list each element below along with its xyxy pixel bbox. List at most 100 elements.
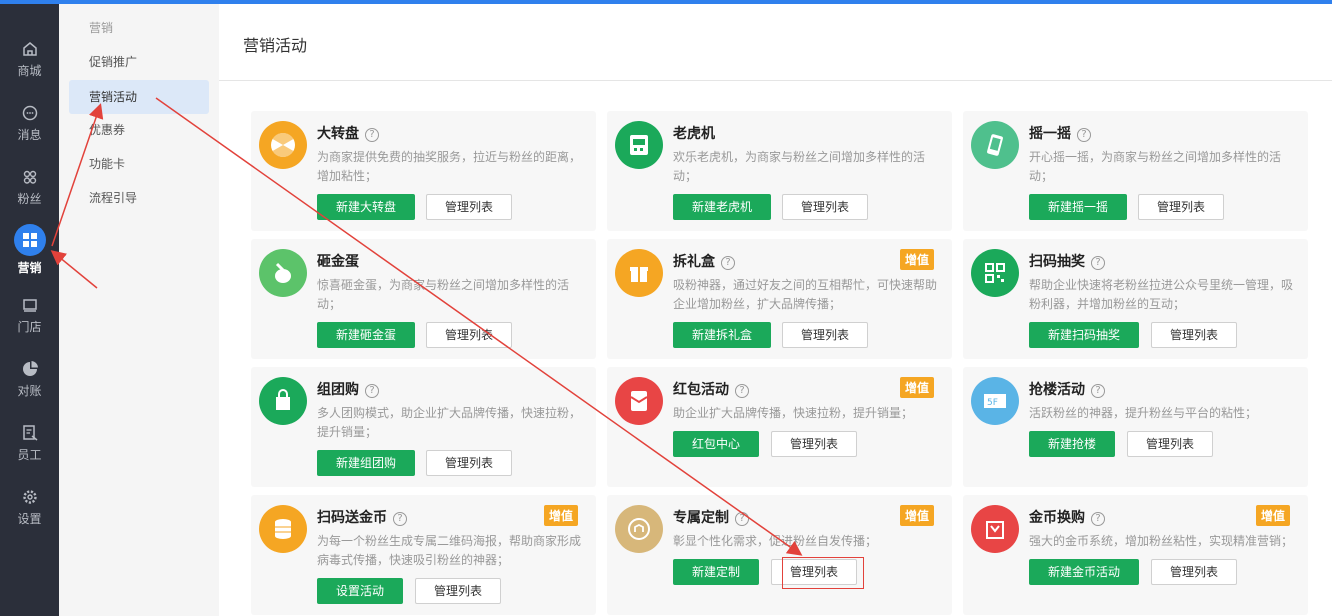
manage-list-button[interactable]: 管理列表 — [426, 322, 512, 348]
create-button[interactable]: 新建拆礼盒 — [673, 322, 771, 348]
grid-icon — [22, 233, 37, 247]
gift-box-icon — [615, 249, 663, 297]
activity-name: 扫码送金币? — [317, 507, 407, 527]
help-icon[interactable]: ? — [365, 128, 379, 142]
activity-description: 为每一个粉丝生成专属二维码海报，帮助商家形成病毒式传播，快速吸引粉丝的神器； — [317, 534, 582, 567]
activity-description: 吸粉神器，通过好友之间的互相帮忙，可快速帮助企业增加粉丝，扩大品牌传播； — [673, 278, 938, 311]
activity-name: 红包活动? — [673, 379, 749, 399]
create-button[interactable]: 新建组团购 — [317, 450, 415, 476]
nav-item-messages[interactable]: 消息 — [0, 92, 59, 156]
help-icon[interactable]: ? — [721, 256, 735, 270]
nav-label: 设置 — [17, 512, 42, 526]
activity-card-group-buy: 组团购? 多人团购模式，助企业扩大品牌传播，快速拉粉，提升销量； 新建组团购 管… — [251, 367, 596, 487]
activity-description: 欢乐老虎机，为商家与粉丝之间增加多样性的活动； — [673, 150, 926, 183]
manage-list-button[interactable]: 管理列表 — [1138, 194, 1224, 220]
activity-description: 多人团购模式，助企业扩大品牌传播，快速拉粉，提升销量； — [317, 406, 582, 439]
manage-list-button[interactable]: 管理列表 — [1151, 559, 1237, 585]
manage-list-button[interactable]: 管理列表 — [782, 322, 868, 348]
create-button[interactable]: 新建抢楼 — [1029, 431, 1115, 457]
shopping-bag-icon — [259, 377, 307, 425]
manage-list-button[interactable]: 管理列表 — [771, 431, 857, 457]
coins-icon — [259, 505, 307, 553]
help-icon[interactable]: ? — [365, 384, 379, 398]
activity-name: 组团购? — [317, 379, 379, 399]
activity-description: 惊喜砸金蛋，为商家与粉丝之间增加多样性的活动； — [317, 278, 570, 311]
help-icon[interactable]: ? — [1091, 512, 1105, 526]
sub-nav: 营销 促销推广 营销活动 优惠券 功能卡 流程引导 — [59, 4, 219, 616]
manage-list-button[interactable]: 管理列表 — [426, 194, 512, 220]
manage-list-button[interactable]: 管理列表 — [426, 450, 512, 476]
subnav-item-promotion[interactable]: 促销推广 — [69, 45, 209, 79]
home-icon — [22, 42, 37, 56]
manage-list-button[interactable]: 管理列表 — [415, 578, 501, 604]
activity-description: 开心摇一摇，为商家与粉丝之间增加多样性的活动； — [1029, 150, 1282, 183]
activity-name: 扫码抽奖? — [1029, 251, 1105, 271]
activity-name: 拆礼盒? — [673, 251, 735, 271]
help-icon[interactable]: ? — [393, 512, 407, 526]
activity-card-golden-egg: 砸金蛋 惊喜砸金蛋，为商家与粉丝之间增加多样性的活动； 新建砸金蛋 管理列表 — [251, 239, 596, 359]
create-button[interactable]: 新建砸金蛋 — [317, 322, 415, 348]
red-envelope-icon — [615, 377, 663, 425]
help-icon[interactable]: ? — [1077, 128, 1091, 142]
nav-item-fans[interactable]: 粉丝 — [0, 156, 59, 220]
activity-description: 活跃粉丝的神器，提升粉丝与平台的粘性； — [1029, 406, 1258, 420]
activity-name: 金币换购? — [1029, 507, 1105, 527]
create-button[interactable]: 新建金币活动 — [1029, 559, 1139, 585]
help-icon[interactable]: ? — [1091, 256, 1105, 270]
wheel-icon — [259, 121, 307, 169]
manage-list-button[interactable]: 管理列表 — [1127, 431, 1213, 457]
activity-card-shake: 摇一摇? 开心摇一摇，为商家与粉丝之间增加多样性的活动； 新建摇一摇 管理列表 — [963, 111, 1308, 231]
nav-label: 消息 — [17, 128, 42, 142]
create-button[interactable]: 新建老虎机 — [673, 194, 771, 220]
activity-card-gift-box: 拆礼盒? 增值 吸粉神器，通过好友之间的互相帮忙，可快速帮助企业增加粉丝，扩大品… — [607, 239, 952, 359]
nav-label: 对账 — [17, 384, 42, 398]
value-added-badge: 增值 — [899, 249, 934, 270]
activity-card-wheel: 大转盘? 为商家提供免费的抽奖服务，拉近与粉丝的距离，增加粘性； 新建大转盘 管… — [251, 111, 596, 231]
activity-name: 摇一摇? — [1029, 123, 1091, 143]
nav-item-mall[interactable]: 商城 — [0, 28, 59, 92]
activity-description: 强大的金币系统，增加粉丝粘性，实现精准营销； — [1029, 534, 1294, 548]
help-icon[interactable]: ? — [735, 512, 749, 526]
golden-egg-icon — [259, 249, 307, 297]
create-button[interactable]: 新建定制 — [673, 559, 759, 585]
subnav-heading: 营销 — [89, 21, 114, 35]
value-added-badge: 增值 — [899, 377, 934, 398]
subnav-item-flow-guide[interactable]: 流程引导 — [69, 181, 209, 215]
annotation-highlight-box — [782, 557, 864, 589]
activity-card-custom: 专属定制? 增值 彰显个性化需求，促进粉丝自发传播； 新建定制 管理列表 — [607, 495, 952, 615]
nav-item-staff[interactable]: 员工 — [0, 412, 59, 476]
activity-name: 抢楼活动? — [1029, 379, 1105, 399]
title-divider — [219, 80, 1332, 81]
create-button[interactable]: 新建摇一摇 — [1029, 194, 1127, 220]
nav-item-marketing[interactable]: 营销 — [0, 220, 59, 284]
subnav-item-coupons[interactable]: 优惠券 — [69, 113, 209, 147]
exchange-bag-icon — [971, 505, 1019, 553]
nav-label: 员工 — [17, 448, 42, 462]
gear-icon — [22, 490, 37, 504]
help-icon[interactable]: ? — [1091, 384, 1105, 398]
nav-item-settings[interactable]: 设置 — [0, 476, 59, 540]
nav-label: 营销 — [17, 261, 42, 275]
nav-item-reconcile[interactable]: 对账 — [0, 348, 59, 412]
create-button[interactable]: 新建扫码抽奖 — [1029, 322, 1139, 348]
activity-card-floor-grab: 5F 抢楼活动? 活跃粉丝的神器，提升粉丝与平台的粘性； 新建抢楼 管理列表 — [963, 367, 1308, 487]
nav-label: 门店 — [17, 320, 42, 334]
red-packet-center-button[interactable]: 红包中心 — [673, 431, 759, 457]
svg-text:5F: 5F — [987, 398, 998, 408]
activity-name: 砸金蛋 — [317, 254, 359, 270]
activity-description: 为商家提供免费的抽奖服务，拉近与粉丝的距离，增加粘性； — [317, 150, 582, 183]
activity-card-red-envelope: 红包活动? 增值 助企业扩大品牌传播，快速拉粉，提升销量； 红包中心 管理列表 — [607, 367, 952, 487]
activity-description: 彰显个性化需求，促进粉丝自发传播； — [673, 534, 878, 548]
chat-icon — [22, 105, 37, 121]
manage-list-button[interactable]: 管理列表 — [1151, 322, 1237, 348]
manage-list-button[interactable]: 管理列表 — [782, 194, 868, 220]
subnav-item-function-card[interactable]: 功能卡 — [69, 147, 209, 181]
create-button[interactable]: 新建大转盘 — [317, 194, 415, 220]
activity-name: 专属定制? — [673, 507, 749, 527]
help-icon[interactable]: ? — [735, 384, 749, 398]
nav-item-store[interactable]: 门店 — [0, 284, 59, 348]
subnav-item-marketing-activities[interactable]: 营销活动 — [69, 80, 209, 114]
badge-icon — [615, 505, 663, 553]
nav-label: 粉丝 — [17, 192, 42, 206]
setup-activity-button[interactable]: 设置活动 — [317, 578, 403, 604]
